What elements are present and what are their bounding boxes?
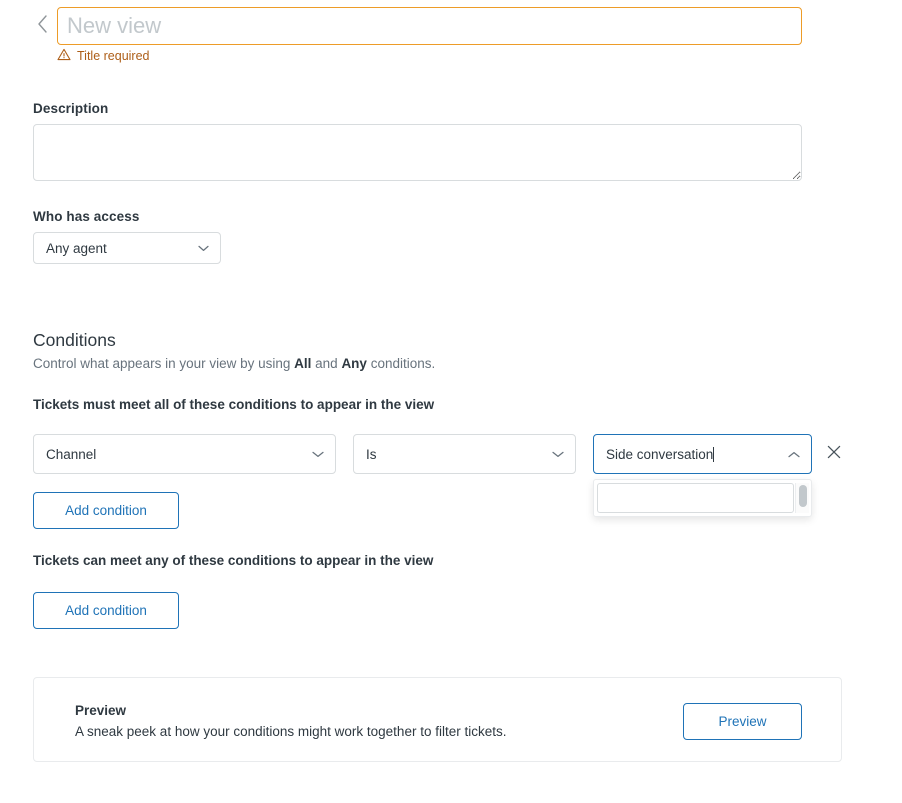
chevron-left-icon [37,15,48,33]
conditions-subtitle-post: conditions. [366,356,436,371]
condition-operator-select[interactable]: Is [353,434,576,474]
any-conditions-heading: Tickets can meet any of these conditions… [33,553,434,568]
warning-triangle-icon [57,48,71,64]
dropdown-scrollbar-thumb[interactable] [799,485,807,507]
back-button[interactable] [30,11,54,37]
all-conditions-heading: Tickets must meet all of these condition… [33,397,435,412]
title-error-text: Title required [77,49,150,63]
close-icon [827,445,841,464]
access-select[interactable]: Any agent [33,232,221,264]
add-condition-all-button[interactable]: Add condition [33,492,179,529]
conditions-subtitle: Control what appears in your view by usi… [33,356,435,371]
conditions-subtitle-all: All [294,356,312,371]
chevron-up-icon[interactable] [788,451,811,458]
access-label: Who has access [33,209,140,224]
preview-button[interactable]: Preview [683,703,802,740]
chevron-down-icon [312,451,335,458]
dropdown-scrollbar[interactable] [795,483,809,513]
title-error-message: Title required [57,48,150,64]
condition-value-dropdown-panel[interactable] [593,479,812,517]
description-label: Description [33,101,109,116]
chevron-down-icon [552,451,575,458]
condition-value-text: Side conversation [594,446,788,462]
condition-value-label: Side conversation [606,446,714,462]
title-row [0,0,902,48]
add-condition-any-button[interactable]: Add condition [33,592,179,629]
conditions-subtitle-pre: Control what appears in your view by usi… [33,356,295,371]
condition-operator-value: Is [366,446,377,462]
preview-heading: Preview [75,703,127,718]
preview-description: A sneak peek at how your conditions migh… [75,724,507,739]
condition-field-value: Channel [46,446,97,462]
conditions-subtitle-any: Any [341,356,367,371]
preview-card: Preview A sneak peek at how your conditi… [33,677,842,762]
view-title-input[interactable] [57,7,802,45]
remove-condition-button[interactable] [824,444,844,464]
condition-value-option-list[interactable] [597,483,794,513]
condition-value-combobox[interactable]: Side conversation [593,434,812,474]
text-cursor [713,446,715,462]
condition-field-select[interactable]: Channel [33,434,336,474]
conditions-subtitle-mid: and [311,356,342,371]
access-select-value: Any agent [46,240,107,256]
chevron-down-icon [198,245,220,252]
description-textarea[interactable] [33,124,802,181]
conditions-title: Conditions [33,330,116,350]
